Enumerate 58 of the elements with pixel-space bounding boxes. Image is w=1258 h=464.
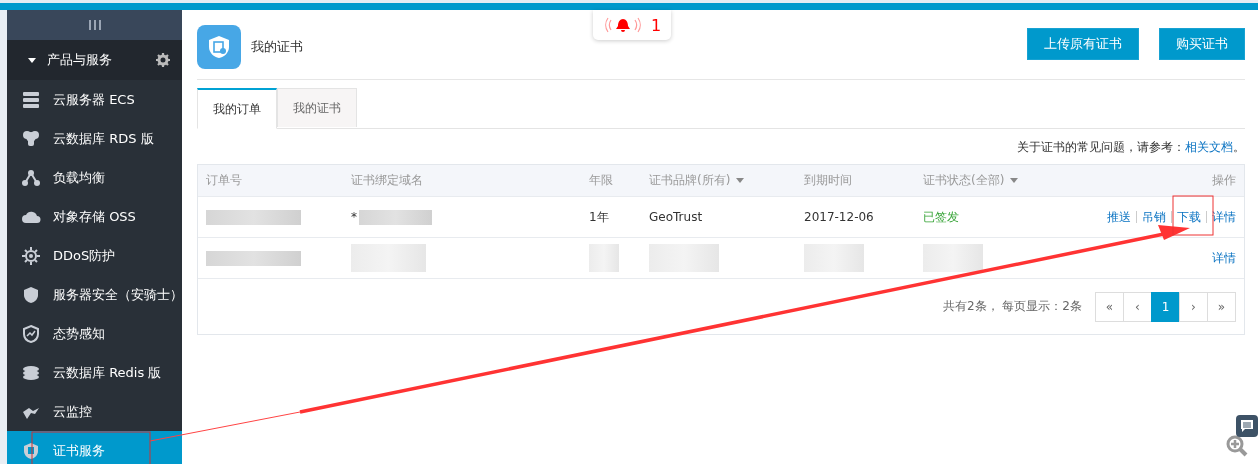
sidebar-item[interactable]: 负载均衡 — [7, 158, 182, 197]
action-button[interactable]: 上传原有证书 — [1027, 27, 1139, 60]
table-cell-text: 2017-12-06 — [803, 210, 875, 224]
column-header: 年限 — [588, 172, 614, 189]
zoom-icon[interactable] — [1226, 435, 1248, 457]
column-header: 证书绑定域名 — [350, 172, 424, 189]
certificate-logo-icon — [197, 24, 241, 69]
sidebar-section-header[interactable]: 产品与服务 — [7, 40, 182, 80]
action-link[interactable]: 详情 — [1207, 252, 1236, 264]
certificate-shield-icon — [21, 440, 41, 461]
settings-icon[interactable] — [156, 53, 170, 67]
sidebar-item[interactable]: 云监控 — [7, 392, 182, 431]
table-cell-text: 1年 — [588, 208, 610, 226]
section-title: 产品与服务 — [47, 51, 113, 69]
collapse-handle-icon[interactable] — [87, 19, 102, 31]
shield-icon — [21, 284, 41, 305]
action-link[interactable]: 详情 — [1206, 211, 1236, 223]
table-cell: * — [351, 209, 357, 224]
action-link[interactable]: 吊销 — [1136, 211, 1171, 223]
page-button[interactable]: 1 — [1151, 291, 1180, 322]
sidebar-item[interactable]: 证书服务 — [7, 431, 182, 464]
action-link[interactable]: 推送 — [1102, 211, 1136, 223]
page-button[interactable]: » — [1207, 291, 1236, 322]
pagination-summary: 共有2条， 每页显示：2条 — [942, 298, 1082, 315]
tab[interactable]: 我的订单 — [197, 88, 277, 129]
status-label: 已签发 — [922, 208, 960, 226]
sidebar-item[interactable]: 服务器安全（安骑士） — [7, 275, 182, 314]
docs-link[interactable]: 相关文档 — [1185, 140, 1233, 154]
network-nodes-icon — [21, 167, 41, 188]
column-header: 操作 — [1211, 172, 1237, 189]
column-header: 到期时间 — [803, 172, 853, 189]
sidebar-item[interactable]: 云服务器 ECS — [7, 80, 182, 119]
redacted-block — [589, 244, 619, 272]
shield-gear-icon — [21, 245, 41, 266]
page-button[interactable]: « — [1095, 291, 1124, 322]
chat-icon[interactable] — [1236, 415, 1258, 437]
page-button[interactable]: › — [1179, 291, 1208, 322]
bell-icon — [602, 15, 643, 35]
table-cell-text: GeoTrust — [648, 210, 704, 224]
sidebar-item[interactable]: 云数据库 Redis 版 — [7, 353, 182, 392]
sidebar-item[interactable]: 态势感知 — [7, 314, 182, 353]
help-text: 关于证书的常见问题，请参考：相关文档。 — [1016, 139, 1245, 156]
redacted-block — [804, 244, 864, 272]
page-title: 我的证书 — [251, 37, 304, 56]
action-button[interactable]: 购买证书 — [1159, 27, 1245, 60]
sidebar-item[interactable]: 对象存储 OSS — [7, 197, 182, 236]
column-header: 订单号 — [205, 172, 243, 189]
server-icon — [21, 89, 41, 110]
shield-chart-icon — [21, 323, 41, 344]
page-button[interactable]: ‹ — [1123, 291, 1152, 322]
tab[interactable]: 我的证书 — [277, 88, 357, 127]
action-link[interactable]: 下载 — [1171, 211, 1206, 223]
notification-count: 1 — [650, 15, 662, 35]
redacted-block — [649, 244, 719, 272]
sidebar-item[interactable]: 云数据库 RDS 版 — [7, 119, 182, 158]
redacted-block — [923, 244, 983, 272]
sidebar-item[interactable]: DDoS防护 — [7, 236, 182, 275]
highlight-frame — [1172, 195, 1214, 236]
